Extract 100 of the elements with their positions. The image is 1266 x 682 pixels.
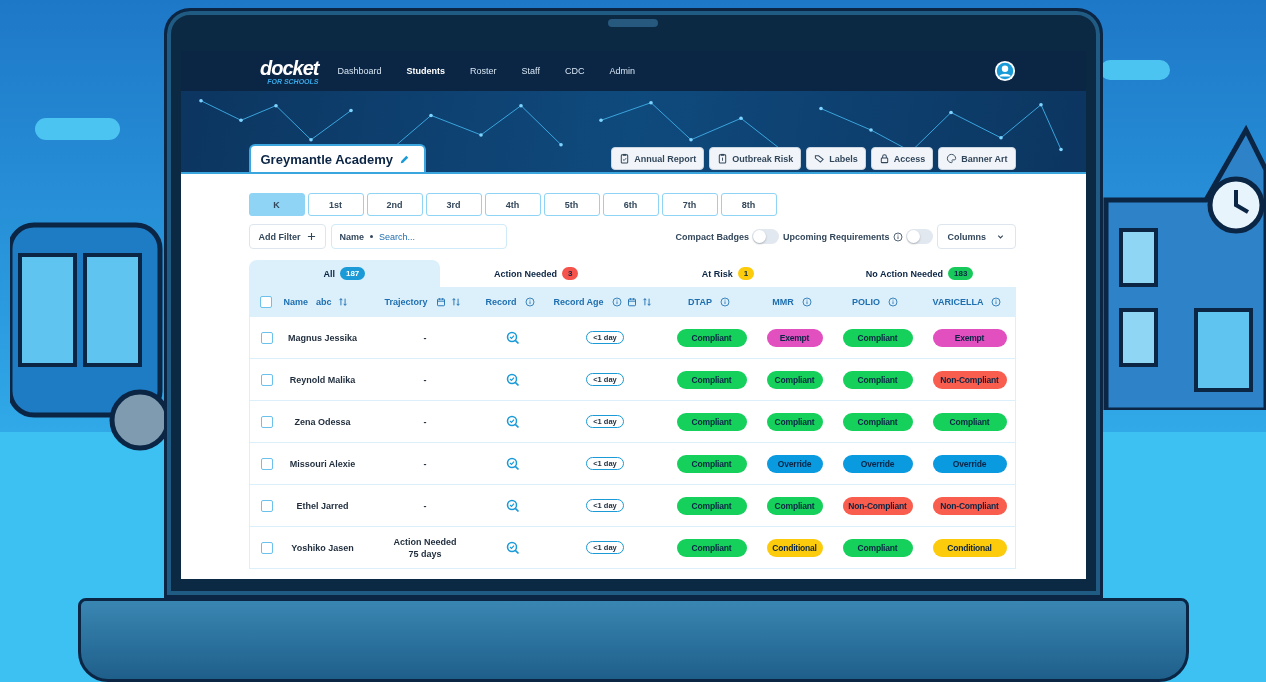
status-badge: Compliant [766,370,823,389]
column-header: MMR [772,297,794,307]
tag-icon [814,153,826,164]
info-icon[interactable] [892,231,903,242]
status-badge: Compliant [676,538,747,557]
calendar-icon[interactable] [626,297,637,307]
row-checkbox[interactable] [261,457,273,470]
student-name[interactable]: Reynold Malika [289,374,356,385]
sort-icon[interactable] [337,297,348,307]
row-checkbox[interactable] [261,415,273,428]
select-all-checkbox[interactable] [260,296,272,308]
column-header: Record Age [553,297,604,307]
clipboard-icon [717,153,729,164]
column-header: Trajectory [384,297,428,307]
nav-link[interactable]: Staff [521,66,540,76]
nav-link[interactable]: Admin [609,66,635,76]
camera-notch [608,19,658,27]
cloud-drawing [1100,60,1170,80]
add-filter-button[interactable]: Add Filter [248,224,326,249]
column-header: DTAP [688,297,712,307]
record-search-icon[interactable] [505,540,520,555]
status-badge: Non-Compliant [932,370,1007,389]
pencil-icon[interactable] [399,154,410,165]
status-badge: Compliant [842,538,913,557]
status-badge: Conditional [766,538,823,557]
grade-tab[interactable]: 4th [484,193,541,216]
row-checkbox[interactable] [261,331,273,344]
info-icon[interactable] [524,297,535,307]
clipboard-icon [619,153,631,164]
toggle-switch[interactable] [752,229,779,244]
toolbar-button[interactable]: Access [870,147,934,170]
column-header: POLIO [852,297,880,307]
nav-link[interactable]: Students [406,66,446,76]
row-checkbox[interactable] [261,373,273,386]
status-badge: Override [932,454,1007,473]
status-badge: Compliant [842,370,913,389]
trajectory-cell: Action Needed 75 days [393,535,457,560]
record-search-icon[interactable] [505,414,520,429]
sort-icon[interactable] [641,297,652,307]
status-badge: Compliant [676,370,747,389]
student-name[interactable]: Yoshiko Jasen [291,542,354,553]
grade-tab[interactable]: 2nd [366,193,423,216]
status-badge: Compliant [676,328,747,347]
row-checkbox[interactable] [261,541,273,554]
toolbar-button[interactable]: Labels [806,147,866,170]
toolbar-button[interactable]: Outbreak Risk [709,147,802,170]
columns-dropdown[interactable]: Columns [936,224,1016,249]
record-search-icon[interactable] [505,498,520,513]
student-name[interactable]: Ethel Jarred [296,500,349,511]
info-icon[interactable] [611,297,622,307]
record-search-icon[interactable] [505,456,520,471]
student-name[interactable]: Zena Odessa [294,416,351,427]
record-search-icon[interactable] [505,330,520,345]
trajectory-cell: - [423,373,427,386]
nav-link[interactable]: CDC [564,66,585,76]
user-avatar-icon[interactable] [993,60,1016,82]
school-name: Greymantle Academy [260,152,393,167]
status-badge: Compliant [766,412,823,431]
search-bar[interactable]: Name Search... [330,224,507,249]
filter-field-label[interactable]: Name [339,231,364,242]
column-header: Record [485,297,517,307]
status-badge: Compliant [676,496,747,515]
separator-dot [370,235,373,238]
toggle-switch[interactable] [905,229,933,244]
nav-link[interactable]: Roster [470,66,497,76]
record-search-icon[interactable] [505,372,520,387]
toggle-label: Compact Badges [675,231,749,242]
trajectory-cell: - [423,457,427,470]
toolbar-button[interactable]: Annual Report [611,147,705,170]
row-checkbox[interactable] [261,499,273,512]
grade-tab[interactable]: 5th [543,193,600,216]
sort-icon[interactable] [450,297,461,307]
student-name[interactable]: Magnus Jessika [287,332,357,343]
logo-text[interactable]: docket [260,57,319,78]
status-tab[interactable]: All 187 [248,260,441,287]
sort-mode-label[interactable]: abc [316,297,332,307]
toggle-label: Upcoming Requirements [783,231,890,242]
info-icon[interactable] [991,297,1002,307]
student-name[interactable]: Missouri Alexie [289,458,356,469]
status-badge: Compliant [842,328,913,347]
grade-tab[interactable]: K [248,193,305,216]
grade-tab[interactable]: 3rd [425,193,482,216]
status-badge: Compliant [842,412,913,431]
grade-tab[interactable]: 6th [602,193,659,216]
column-header: Name [283,297,308,307]
calendar-icon[interactable] [435,297,446,307]
info-icon[interactable] [888,297,898,307]
info-icon[interactable] [801,297,812,307]
status-badge: Compliant [766,496,823,515]
trajectory-cell: - [423,415,427,428]
info-icon[interactable] [719,297,730,307]
plus-icon [306,232,316,241]
grade-tab[interactable]: 8th [720,193,777,216]
grade-tab[interactable]: 7th [661,193,718,216]
grade-tab[interactable]: 1st [307,193,364,216]
status-badge: Exempt [932,328,1007,347]
status-badge: Override [842,454,913,473]
nav-link[interactable]: Dashboard [337,66,382,76]
status-badge: Compliant [932,412,1007,431]
toolbar-button[interactable]: Banner Art [938,147,1016,170]
